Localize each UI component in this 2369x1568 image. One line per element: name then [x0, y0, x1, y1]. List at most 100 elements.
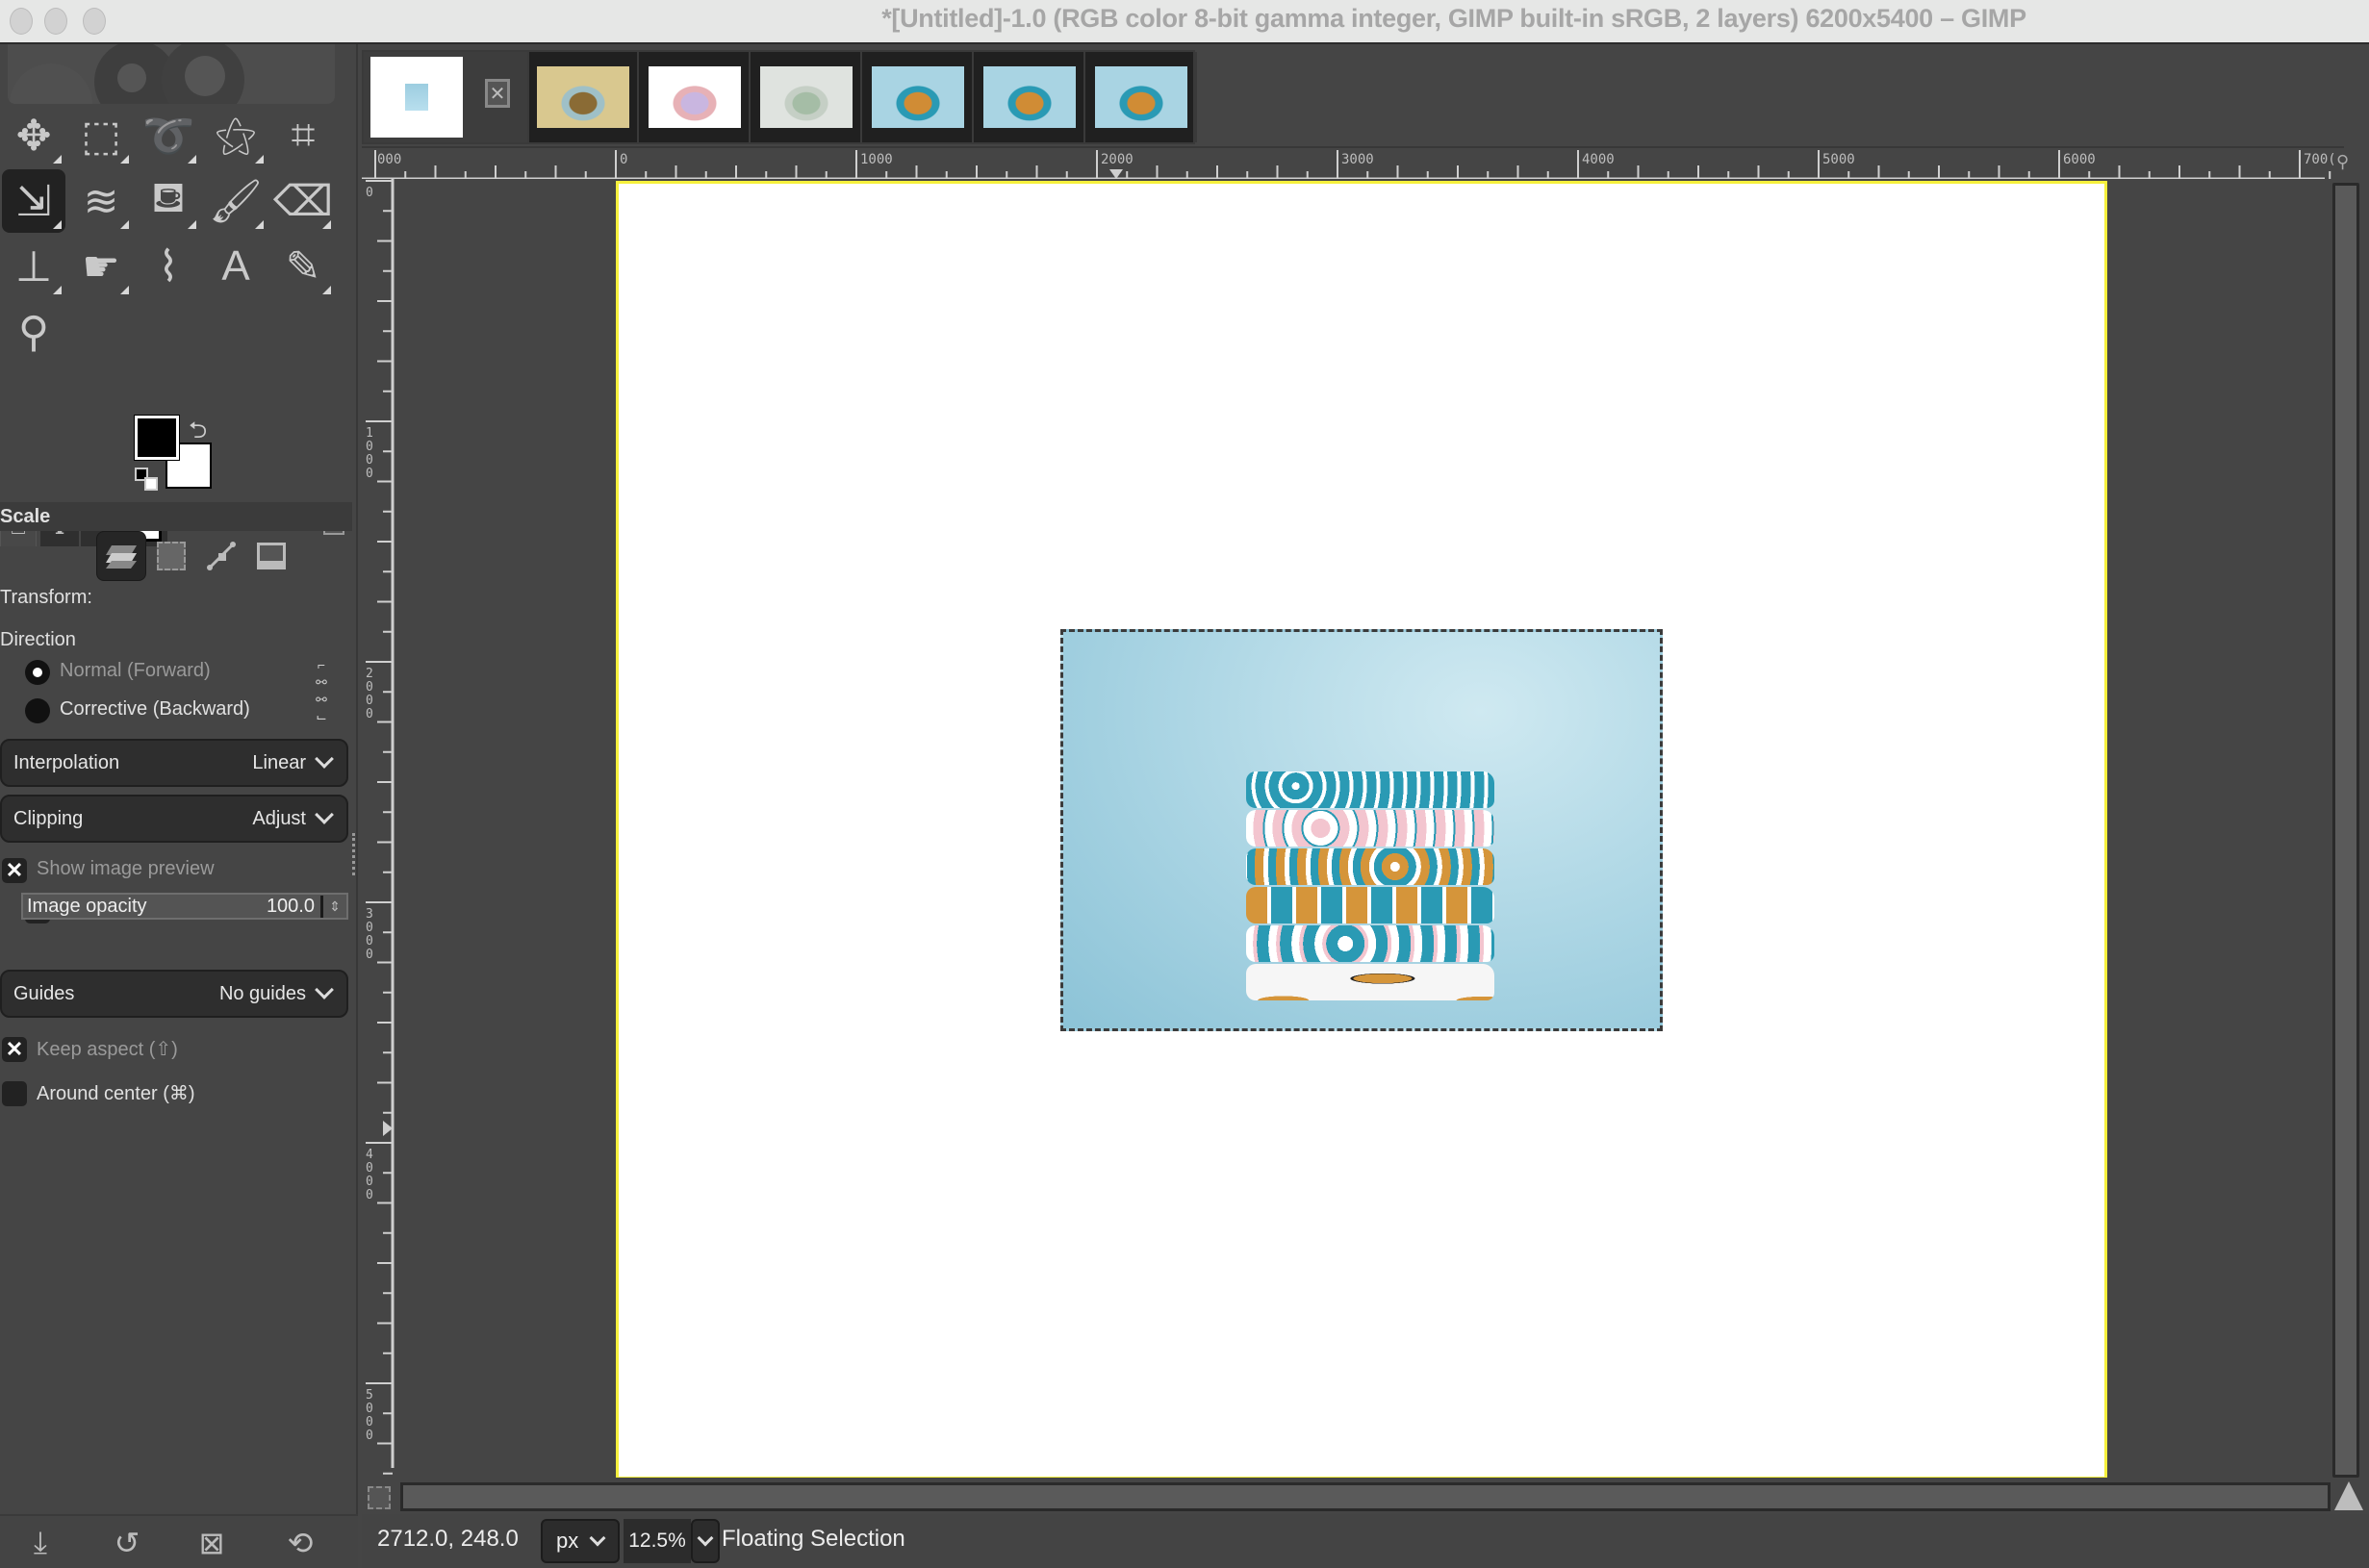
clone-tool-button[interactable]: ⊥ — [2, 235, 65, 298]
image-opacity-label: Image opacity — [27, 895, 147, 917]
unit-selector[interactable]: px — [541, 1519, 620, 1563]
zoom-tool-button[interactable]: ⚲ — [2, 300, 65, 364]
zoom-follow-icon[interactable]: ⚲ — [2336, 152, 2359, 175]
tool-options-title: Scale — [0, 502, 352, 531]
clone-tool-icon: ⊥ — [14, 242, 53, 291]
image-tab-fabric-stack-blue-1[interactable] — [864, 52, 974, 142]
tool-group-indicator — [120, 220, 129, 229]
ruler-label: 2000 — [1101, 152, 1134, 167]
ruler-label: 0 — [366, 186, 373, 200]
eraser-tool-button[interactable]: ⌫ — [271, 169, 335, 233]
fuzzy-select-tool-button[interactable]: ⚝ — [204, 104, 267, 167]
move-tool-button[interactable]: ✥ — [2, 104, 65, 167]
keep-aspect-checkbox[interactable]: ✕ — [2, 1037, 27, 1062]
scale-tool-button[interactable]: ⇲ — [2, 169, 65, 233]
restore-tool-preset-button[interactable]: ↺ — [106, 1524, 148, 1562]
floating-selection[interactable] — [1060, 629, 1663, 1031]
default-colors-icon[interactable] — [135, 468, 160, 493]
image-tab-fabric-plate-photo[interactable] — [529, 52, 639, 142]
tool-group-indicator — [322, 286, 331, 294]
foreground-color-swatch[interactable] — [134, 415, 180, 461]
ruler-label: 2 — [366, 667, 373, 681]
paintbrush-tool-button[interactable]: 🖌 — [204, 169, 267, 233]
save-tool-preset-button[interactable]: ⤓ — [19, 1524, 62, 1562]
image-tab-fabric-stack-blue-3[interactable] — [1087, 52, 1197, 142]
image-thumbnail — [983, 66, 1076, 128]
show-image-preview-checkbox[interactable]: ✕ — [2, 858, 27, 883]
corrective-backward-label: Corrective (Backward) — [60, 698, 250, 720]
chevron-down-icon — [697, 1530, 714, 1547]
clipping-value: Adjust — [252, 807, 306, 829]
swap-colors-icon[interactable]: ⮌ — [189, 414, 207, 453]
ruler-label: 5000 — [1822, 152, 1855, 167]
ruler-label: 1000 — [860, 152, 893, 167]
radio-corrective-backward[interactable] — [25, 698, 50, 723]
free-select-tool-button[interactable]: ➰ — [137, 104, 200, 167]
tool-group-indicator — [53, 220, 62, 229]
smudge-tool-icon: ☛ — [82, 242, 120, 291]
tool-group-indicator — [255, 155, 264, 164]
spin-arrows-icon[interactable]: ⇕ — [323, 898, 346, 915]
image-tab-thumbnail — [370, 57, 463, 138]
bucket-fill-tool-icon: ⛾ — [151, 174, 186, 221]
reset-tool-options-button[interactable]: ⟲ — [279, 1524, 321, 1562]
ruler-label: 5 — [366, 1388, 373, 1403]
close-image-tab-button[interactable]: ✕ — [485, 79, 510, 108]
toolbox-panel: ✥⬚➰⚝⌗⇲≋⛾🖌⌫⊥☛⌇A✎⚲ ⮌ ⌸ ℹ ⮌ ◀ Scale Transfo… — [0, 44, 358, 1568]
ruler-label: 0 — [366, 948, 373, 962]
around-center-checkbox[interactable] — [2, 1081, 27, 1106]
zoom-dropdown-button[interactable] — [691, 1519, 720, 1563]
transform-image-button[interactable] — [246, 531, 296, 581]
direction-label: Direction — [0, 629, 76, 650]
smudge-tool-button[interactable]: ☛ — [69, 235, 133, 298]
radio-normal-forward[interactable] — [25, 660, 50, 685]
warp-tool-button[interactable]: ≋ — [69, 169, 133, 233]
color-picker-tool-button[interactable]: ✎ — [271, 235, 335, 298]
image-tab-fabric-stack-blue-2[interactable] — [976, 52, 1085, 142]
horizontal-ruler[interactable]: 000 0 1000 2000 3000 4000 5000 6000 700( — [134, 146, 2344, 181]
transform-selection-button[interactable] — [146, 531, 196, 581]
vertical-ruler[interactable]: 010002000300040005000 — [362, 179, 395, 1478]
ruler-label: 3 — [366, 907, 373, 922]
text-tool-button[interactable]: A — [204, 235, 267, 298]
wilber-logo — [8, 44, 335, 104]
direction-chain-icon[interactable]: ⌐ ⚯ ⚯ ⌙ — [312, 656, 331, 727]
tool-options-footer: ⤓ ↺ ⊠ ⟲ — [0, 1514, 358, 1568]
guides-combo[interactable]: Guides No guides — [0, 970, 348, 1018]
show-image-preview-label: Show image preview — [37, 858, 215, 879]
transform-path-button[interactable] — [196, 531, 246, 581]
image-tab-bedroom-photo[interactable] — [752, 52, 862, 142]
crop-tool-button[interactable]: ⌗ — [271, 104, 335, 167]
ruler-label: 0 — [366, 453, 373, 468]
image-tab-untitled[interactable]: ✕ — [364, 52, 529, 142]
window-title: *[Untitled]-1.0 (RGB color 8-bit gamma i… — [881, 4, 2026, 33]
ruler-label: 000 — [377, 152, 401, 167]
chevron-down-icon — [315, 805, 334, 824]
fabric-fold — [1246, 964, 1494, 1000]
interpolation-combo[interactable]: Interpolation Linear — [0, 739, 348, 787]
fabric-fold — [1246, 925, 1494, 962]
navigate-icon[interactable] — [2334, 1481, 2363, 1510]
quick-mask-toggle[interactable] — [368, 1486, 391, 1509]
image-canvas[interactable] — [395, 179, 2331, 1478]
transform-layer-button[interactable] — [96, 531, 146, 581]
clipping-combo[interactable]: Clipping Adjust — [0, 795, 348, 843]
chevron-down-icon — [315, 980, 334, 999]
delete-tool-preset-button[interactable]: ⊠ — [191, 1524, 233, 1562]
bucket-fill-tool-button[interactable]: ⛾ — [137, 169, 200, 233]
tool-group-indicator — [188, 220, 196, 229]
vertical-scrollbar[interactable] — [2332, 183, 2359, 1478]
ruler-label: 0 — [620, 152, 627, 167]
image-opacity-spinner[interactable]: Image opacity 100.0 ⇕ — [21, 893, 348, 920]
horizontal-scrollbar[interactable] — [400, 1482, 2331, 1511]
rect-select-tool-button[interactable]: ⬚ — [69, 104, 133, 167]
zoom-level-input[interactable]: 12.5% — [624, 1519, 691, 1563]
status-message: Floating Selection — [722, 1526, 905, 1552]
fuzzy-select-tool-icon: ⚝ — [215, 112, 257, 159]
selection-icon — [157, 542, 186, 570]
image-tab-colorful-fabrics[interactable] — [641, 52, 751, 142]
interpolation-value: Linear — [252, 751, 306, 773]
panel-resize-handle[interactable] — [352, 833, 358, 875]
ruler-label: 6000 — [2063, 152, 2096, 167]
paths-tool-button[interactable]: ⌇ — [137, 235, 200, 298]
